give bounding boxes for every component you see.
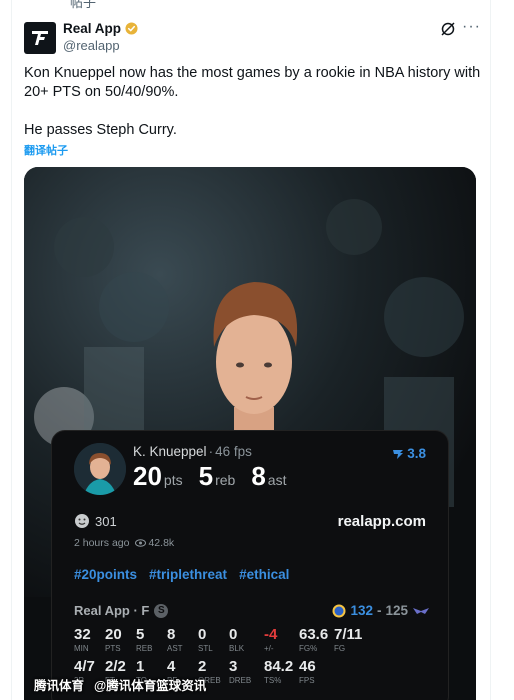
stat-cell: 0 STL	[198, 627, 229, 653]
warriors-logo-icon	[332, 604, 346, 617]
hashtag-1[interactable]: #20points	[74, 567, 137, 582]
stat-value: 0	[229, 626, 238, 643]
time-ago: 2 hours ago	[74, 537, 130, 549]
watermark-left: 腾讯体育	[34, 679, 85, 693]
game-label: Real App · F	[74, 603, 150, 618]
hashtags: #20points #triplethreat #ethical	[74, 567, 289, 582]
views-count: 42.8k	[148, 537, 175, 549]
timeline-border-left	[11, 0, 12, 700]
stat-cell: 5 REB	[136, 627, 167, 653]
pts-label: pts	[163, 472, 183, 488]
grok-icon[interactable]	[440, 21, 456, 37]
reactions: 301	[74, 513, 117, 529]
stat-label: AST	[167, 644, 183, 653]
stat-label: FG%	[299, 644, 318, 653]
rating: 3.8	[392, 446, 426, 461]
hashtag-2[interactable]: #triplethreat	[149, 567, 227, 582]
more-icon[interactable]: ···	[462, 18, 481, 36]
stat-cell: 0 BLK	[229, 627, 264, 653]
verified-badge-icon	[125, 22, 138, 35]
card-fps: 46 fps	[215, 444, 252, 459]
stat-cell: 32 MIN	[74, 627, 105, 653]
stat-label: FG	[334, 644, 346, 653]
stat-cell-empty	[334, 659, 370, 685]
hashtag-3[interactable]: #ethical	[239, 567, 289, 582]
stat-value: 5	[136, 626, 145, 643]
stat-value: 0	[198, 626, 207, 643]
s-badge: S	[154, 603, 169, 618]
game-label-group: Real App · F S	[74, 603, 169, 618]
real-app-logo-icon	[32, 31, 48, 45]
rating-icon	[393, 449, 404, 459]
author-name-row[interactable]: Real App	[63, 21, 138, 36]
score-separator: -	[376, 603, 382, 618]
author-display-name[interactable]: Real App	[63, 21, 121, 36]
site-label: realapp.com	[337, 513, 426, 530]
tweet-line-1: Kon Knueppel now has the most games by a…	[24, 65, 481, 100]
pts-value: 20	[133, 461, 162, 491]
real-app-logo-avatar[interactable]	[24, 22, 56, 54]
author-handle[interactable]: @realapp	[63, 38, 120, 53]
stat-label: REB	[136, 644, 153, 653]
post-media[interactable]: Charlotte K. Knueppel·46 fps 20pts 5reb	[24, 167, 476, 700]
tweet-text: Kon Knueppel now has the most games by a…	[24, 64, 484, 140]
player-avatar-illustration	[74, 443, 126, 495]
card-player-name: K. Knueppel	[133, 444, 207, 459]
cropped-header-text: 帖子	[70, 0, 97, 10]
stat-label: STL	[198, 644, 213, 653]
watermark-right: @腾讯体育篮球资讯	[94, 679, 207, 693]
stat-value: 32	[74, 626, 91, 643]
stat-label: PTS	[105, 644, 121, 653]
time-row: 2 hours ago 42.8k	[74, 537, 174, 549]
watermark: 腾讯体育 @腾讯体育篮球资讯	[24, 675, 206, 694]
stat-label: DREB	[229, 676, 252, 685]
ast-value: 8	[251, 461, 266, 491]
stat-card: K. Knueppel · 46 fps 20 pts 5 reb 8 ast 3.8 3…	[51, 430, 449, 700]
stat-value: 1	[136, 658, 145, 675]
stat-cell: 20 PTS	[105, 627, 136, 653]
stat-value: 63.6	[299, 626, 329, 643]
stat-cell: 8 AST	[167, 627, 198, 653]
stat-cell: 63.6 FG%	[299, 627, 334, 653]
stat-value: 84.2	[264, 658, 294, 675]
card-headline-stats: 20 pts 5 reb 8 ast	[133, 461, 294, 492]
stat-value: -4	[264, 626, 278, 643]
timeline-border-right	[490, 0, 491, 700]
game-row: Real App · F S 132 - 125	[74, 603, 430, 621]
score-home: 132	[350, 603, 373, 618]
translate-post-link[interactable]: 翻译帖子	[24, 142, 68, 158]
stat-cell: -4 +/-	[264, 627, 299, 653]
ast-label: ast	[267, 472, 287, 488]
stat-cell: 84.2 TS%	[264, 659, 299, 685]
reaction-count: 301	[95, 513, 117, 529]
hornets-logo-icon	[413, 607, 429, 614]
stat-value: 46	[299, 658, 316, 675]
card-player-line: K. Knueppel · 46 fps	[133, 444, 252, 459]
stat-value: 4	[167, 658, 176, 675]
stat-value: 4/7	[74, 658, 95, 675]
stat-value: 20	[105, 626, 122, 643]
stat-value: 3	[229, 658, 238, 675]
stat-cell: 46 FPS	[299, 659, 334, 685]
score-away: 125	[385, 603, 408, 618]
smile-icon	[75, 514, 89, 528]
stat-label: FPS	[299, 676, 315, 685]
score: 132 - 125	[332, 603, 430, 618]
stat-label: +/-	[264, 644, 274, 653]
stat-label: BLK	[229, 644, 245, 653]
stat-value: 2	[198, 658, 207, 675]
tweet-line-2: He passes Steph Curry.	[24, 122, 177, 138]
stat-cell: 7/11 FG	[334, 627, 370, 653]
stat-value: 8	[167, 626, 176, 643]
reb-label: reb	[215, 472, 236, 488]
reb-value: 5	[198, 461, 214, 491]
stat-value: 2/2	[105, 658, 126, 675]
rating-value: 3.8	[407, 446, 426, 461]
player-avatar	[74, 443, 126, 495]
stat-value: 7/11	[334, 626, 363, 643]
stat-label: MIN	[74, 644, 89, 653]
stat-label: TS%	[264, 676, 282, 685]
stat-cell: 3 DREB	[229, 659, 264, 685]
eye-icon	[135, 539, 147, 547]
